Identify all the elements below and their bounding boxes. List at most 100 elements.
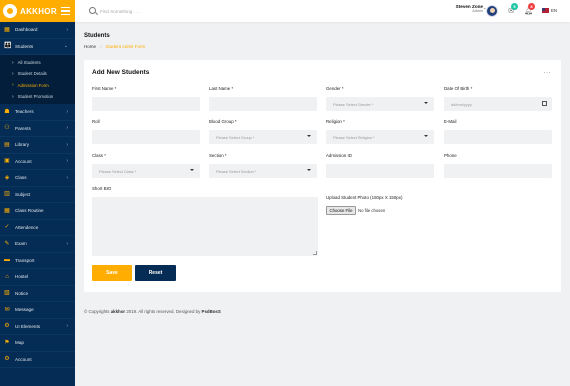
class-select[interactable]: Please Select Class * [92, 164, 200, 178]
sidebar-item-label: Notice [15, 290, 29, 296]
chevron-right-icon: › [12, 82, 14, 89]
sidebar-item-message[interactable]: ✉ Message [0, 302, 75, 319]
sidebar-item-label: UI Elements [15, 323, 41, 329]
sidebar-item-label: Map [15, 340, 24, 346]
choose-file-button[interactable]: Choose File [326, 206, 356, 215]
religion-select-value: Please Select Religion * [333, 134, 375, 140]
sidebar-item-library[interactable]: ▤ Library › [0, 137, 75, 154]
search-icon[interactable] [89, 7, 96, 14]
footer-prefix: © Copyrights [84, 309, 110, 314]
chevron-right-icon: › [66, 108, 68, 115]
sidebar-item-label: Library [15, 142, 30, 148]
first-name-label: First Name * [92, 86, 117, 91]
sidebar-subitem-label: Student Details [17, 71, 47, 77]
search-input[interactable] [100, 6, 220, 16]
sidebar-item-label: Subject [15, 191, 31, 197]
calendar-icon[interactable] [542, 101, 547, 106]
sidebar-item-dashboard[interactable]: ▦ Dashboard › [0, 22, 75, 39]
footer-designer[interactable]: PsdBosS [202, 309, 221, 314]
chevron-right-icon: › [12, 93, 14, 100]
language-selector[interactable]: EN [551, 8, 557, 13]
sidebar-item-account[interactable]: ⚙ Account [0, 352, 75, 369]
roll-label: Roll [92, 119, 100, 124]
footer-text: 2019. All rights reserved. Designed by [126, 309, 201, 314]
phone-label: Phone [444, 153, 457, 158]
religion-select[interactable]: Please Select Religion * [326, 130, 434, 144]
save-button[interactable]: Save [92, 265, 132, 281]
admission-id-input[interactable] [326, 164, 434, 178]
sidebar-item-label: Class Routine [15, 208, 44, 214]
last-name-input[interactable] [209, 97, 317, 111]
sidebar-subitem-label: Admission Form [17, 82, 49, 88]
sidebar-item-attendence[interactable]: ✓ Attendence [0, 220, 75, 237]
email-label: E-Mail [444, 119, 457, 124]
sidebar-subitem-all-students[interactable]: › All Students [0, 57, 75, 68]
chevron-right-icon: › [12, 59, 14, 66]
section-select[interactable]: Please Select Section * [209, 164, 317, 178]
notice-icon: ▧ [4, 290, 10, 297]
sidebar-item-ui-elements[interactable]: ⚙ UI Elements › [0, 319, 75, 336]
ui-elements-icon: ⚙ [4, 323, 10, 330]
sidebar-item-map[interactable]: ⚑ Map [0, 335, 75, 352]
chevron-down-icon: ⌄ [63, 43, 68, 50]
sidebar-item-students[interactable]: 👪 Students ⌄ [0, 38, 75, 55]
teachers-icon: ☗ [4, 108, 10, 115]
sidebar-item-hostel[interactable]: ⌂ Hostel [0, 269, 75, 286]
add-student-form-card: Add New Students ... First Name * Last N… [84, 60, 561, 292]
attendance-icon: ✓ [4, 224, 10, 231]
language-flag-icon[interactable] [542, 8, 549, 13]
brand-name[interactable]: AKKHOR [20, 7, 57, 16]
sidebar-subitem-student-details[interactable]: › Student Details [0, 68, 75, 79]
gender-select-value: Please Select Gender * [333, 101, 374, 107]
roll-input[interactable] [92, 130, 200, 144]
chevron-right-icon: › [66, 323, 68, 330]
breadcrumb-home[interactable]: Home [84, 44, 96, 49]
footer-brand[interactable]: akkhor [111, 309, 125, 314]
sidebar-item-class-routine[interactable]: ▦ Class Routine [0, 203, 75, 220]
brand-logo-icon[interactable] [3, 4, 17, 18]
sidebar-subitem-student-promotion[interactable]: › Student Promotion [0, 91, 75, 102]
blood-group-select[interactable]: Please Select Group * [209, 130, 317, 144]
sidebar-subitem-admission-form[interactable]: › Admission Form [0, 80, 75, 91]
sidebar-nav: ▦ Dashboard › 👪 Students ⌄ › All Students › Stude… [0, 22, 75, 369]
reset-button[interactable]: Reset [135, 265, 176, 281]
caret-down-icon [424, 135, 428, 137]
dob-input-value: dd/mm/yyyy [451, 101, 472, 107]
dob-input[interactable]: dd/mm/yyyy [444, 97, 552, 111]
more-options-icon[interactable]: ... [544, 68, 551, 75]
account-icon: ▣ [4, 158, 10, 165]
students-icon: 👪 [4, 43, 12, 50]
sidebar-item-account[interactable]: ▣ Account › [0, 154, 75, 171]
menu-toggle-icon[interactable] [61, 7, 70, 15]
gender-select[interactable]: Please Select Gender * [326, 97, 434, 111]
account-settings-icon: ⚙ [4, 356, 10, 363]
chevron-right-icon: › [66, 26, 68, 33]
sidebar-item-label: Account [15, 356, 32, 362]
short-bio-textarea[interactable] [92, 197, 318, 256]
sidebar-item-subject[interactable]: ▥ Subject [0, 187, 75, 204]
breadcrumb: Home › Student Admit Form [84, 44, 145, 49]
sidebar-item-parents[interactable]: ⚇ Parents › [0, 121, 75, 138]
avatar[interactable] [486, 5, 498, 17]
sidebar-item-exam[interactable]: ✎ Exam › [0, 236, 75, 253]
caret-down-icon [307, 135, 311, 137]
phone-input[interactable] [444, 164, 552, 178]
sidebar-item-class[interactable]: ◈ Class › [0, 170, 75, 187]
sidebar-item-teachers[interactable]: ☗ Teachers › [0, 104, 75, 121]
sidebar-item-label: Exam [15, 241, 27, 247]
routine-icon: ▦ [4, 207, 10, 214]
sidebar-item-label: Account [15, 158, 32, 164]
class-label: Class * [92, 153, 106, 158]
sidebar-subitem-label: All Students [17, 60, 41, 66]
blood-group-select-value: Please Select Group * [216, 134, 255, 140]
sidebar-item-notice[interactable]: ▧ Notice [0, 286, 75, 303]
first-name-input[interactable] [92, 97, 200, 111]
sidebar-item-transport[interactable]: ▬ Transport [0, 253, 75, 270]
map-icon: ⚑ [4, 339, 10, 346]
section-label: Section * [209, 153, 227, 158]
user-info[interactable]: Steven Zone Admin [451, 4, 483, 13]
class-select-value: Please Select Class * [99, 168, 137, 174]
email-input[interactable] [444, 130, 552, 144]
last-name-label: Last Name * [209, 86, 234, 91]
transport-icon: ▬ [4, 257, 10, 264]
